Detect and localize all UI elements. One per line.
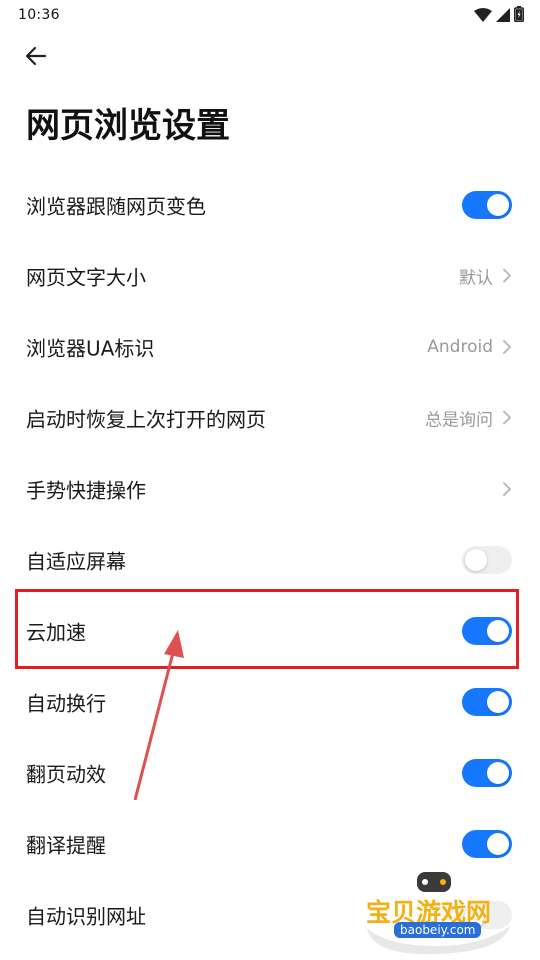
page-title: 网页浏览设置 xyxy=(26,106,230,146)
settings-row-control: 默认 xyxy=(459,263,513,288)
toggle-switch[interactable] xyxy=(462,190,512,219)
settings-row-control xyxy=(462,616,513,645)
toggle-knob xyxy=(487,619,509,642)
settings-row-control xyxy=(462,758,513,787)
status-time: 10:36 xyxy=(18,7,60,23)
settings-row[interactable]: 自适应屏幕 xyxy=(0,524,540,595)
settings-row-label: 翻译提醒 xyxy=(26,833,106,857)
toggle-switch[interactable] xyxy=(462,900,512,929)
toggle-knob xyxy=(487,832,509,855)
settings-row-control xyxy=(462,900,513,929)
status-bar: 10:36 xyxy=(0,0,540,32)
settings-row-label: 云加速 xyxy=(26,620,86,644)
settings-row-value: 总是询问 xyxy=(425,410,493,430)
settings-row-label: 自动换行 xyxy=(26,691,106,715)
settings-row-control xyxy=(462,829,513,858)
toggle-knob xyxy=(465,903,487,926)
toggle-switch[interactable] xyxy=(462,758,512,787)
toggle-switch[interactable] xyxy=(462,687,512,716)
settings-row-label: 浏览器UA标识 xyxy=(26,336,155,360)
toggle-switch[interactable] xyxy=(462,545,512,574)
back-button[interactable] xyxy=(20,42,52,74)
settings-row[interactable]: 网页文字大小 默认 xyxy=(0,240,540,311)
settings-list: 浏览器跟随网页变色 网页文字大小 默认浏览器UA标识 Android 启动时恢复上次打开… xyxy=(0,169,540,950)
settings-row[interactable]: 浏览器UA标识 Android xyxy=(0,311,540,382)
battery-icon xyxy=(514,6,524,26)
chevron-right-icon xyxy=(501,480,513,498)
wifi-icon xyxy=(474,7,492,26)
settings-row-label: 自适应屏幕 xyxy=(26,549,126,573)
settings-row-control xyxy=(462,687,513,716)
arrow-left-icon xyxy=(24,44,48,72)
settings-row[interactable]: 自动换行 xyxy=(0,666,540,737)
settings-row-label: 自动识别网址 xyxy=(26,904,146,928)
settings-row-label: 手势快捷操作 xyxy=(26,478,146,502)
settings-row[interactable]: 浏览器跟随网页变色 xyxy=(0,169,540,240)
status-icons xyxy=(474,6,524,26)
settings-row[interactable]: 启动时恢复上次打开的网页 总是询问 xyxy=(0,382,540,453)
toggle-knob xyxy=(487,761,509,784)
toggle-switch[interactable] xyxy=(462,616,512,645)
settings-row[interactable]: 云加速 xyxy=(0,595,540,666)
settings-row-label: 网页文字大小 xyxy=(26,265,146,289)
toggle-knob xyxy=(487,193,509,216)
settings-row-label: 翻页动效 xyxy=(26,762,106,786)
settings-row-control: 总是询问 xyxy=(425,405,513,430)
chevron-right-icon xyxy=(501,409,513,427)
settings-row-label: 浏览器跟随网页变色 xyxy=(26,194,206,218)
settings-row[interactable]: 翻页动效 xyxy=(0,737,540,808)
settings-row-control xyxy=(462,190,513,219)
settings-row-control: Android xyxy=(427,337,513,357)
settings-row-control xyxy=(501,480,513,498)
settings-row-control xyxy=(462,545,513,574)
signal-icon xyxy=(496,7,510,26)
settings-row-value: 默认 xyxy=(459,268,493,288)
chevron-right-icon xyxy=(501,338,513,356)
settings-row-label: 启动时恢复上次打开的网页 xyxy=(26,407,266,431)
toggle-knob xyxy=(487,690,509,713)
chevron-right-icon xyxy=(501,267,513,285)
toggle-switch[interactable] xyxy=(462,829,512,858)
settings-row[interactable]: 翻译提醒 xyxy=(0,808,540,879)
settings-row[interactable]: 手势快捷操作 xyxy=(0,453,540,524)
toggle-knob xyxy=(465,548,487,571)
settings-row[interactable]: 自动识别网址 xyxy=(0,879,540,950)
settings-row-value: Android xyxy=(427,336,493,357)
